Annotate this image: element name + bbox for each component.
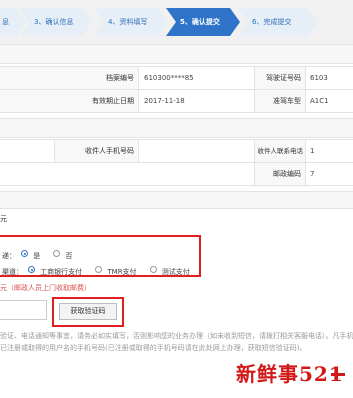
mail-no-radio[interactable]	[53, 250, 61, 257]
notice-line-2: 已注册或取得的用户名的手机号码(已注册或取得的手机号码请在此处网上办理，获取短信…	[0, 344, 307, 352]
postal-fee-note: 元（邮政人员上门收取邮费）	[0, 284, 91, 292]
step-5-confirm-submit: 5、确认提交	[166, 8, 240, 36]
vehicle-type-value: A1C1	[310, 97, 329, 105]
vehicle-type-label: 准驾车型	[255, 90, 305, 112]
archive-no-value: 610300****85	[144, 74, 194, 82]
payment-icbc-radio[interactable]	[28, 266, 36, 273]
watermark-text: 新鲜事521	[236, 362, 344, 386]
table-row: 邮政编码 7	[0, 163, 353, 186]
section-band-recipient	[0, 118, 353, 138]
payment-tmr-label: TMR支付	[107, 268, 137, 276]
step-3-confirm-info: 3、确认信息	[20, 8, 92, 36]
step-4-fill-data: 4、资料填写	[94, 8, 168, 36]
payment-test-label: 测试支付	[161, 268, 190, 276]
sms-code-input[interactable]	[0, 300, 47, 320]
watermark-dash	[331, 373, 345, 376]
archive-no-label: 档案编号	[0, 67, 138, 89]
notice-line-1: 验证、电话通知等事宜，请务必如实填写，否则影响您的业务办理（如未收到短信，请拨打…	[0, 332, 353, 340]
recipient-contact-phone-label: 收件人联系电话	[255, 140, 305, 162]
mail-yes-radio[interactable]	[21, 250, 29, 257]
recipient-table: 收件人手机号码 收件人联系电话 1 邮政编码 7	[0, 139, 353, 186]
valid-until-label: 有效期止日期	[0, 90, 138, 112]
postcode-label: 邮政编码	[255, 163, 305, 185]
step-2: 息	[0, 8, 26, 36]
payment-test-radio[interactable]	[149, 266, 157, 273]
table-row: 档案编号 610300****85 驾驶证号码 6103	[0, 67, 353, 90]
payment-method-label: 渠道：	[2, 268, 23, 276]
section-band-payment	[0, 191, 353, 209]
license-no-label: 驾驶证号码	[255, 67, 305, 89]
payment-options-box: 递： 是 否 渠道： 工商银行支付 TMR支付 测试支付	[0, 235, 201, 277]
verification-button-highlight: 获取验证码	[52, 297, 124, 327]
notice-text: 验证、电话通知等事宜，请务必如实填写，否则影响您的业务办理（如未收到短信，请拨打…	[0, 330, 353, 354]
section-band-top	[0, 44, 353, 64]
table-row: 收件人手机号码 收件人联系电话 1	[0, 140, 353, 163]
recipient-phone-value	[140, 140, 254, 162]
step-bar: 息 3、确认信息 4、资料填写 5、确认提交 6、完成提交	[0, 0, 353, 45]
recipient-contact-phone-value: 1	[310, 147, 315, 155]
postcode-value: 7	[310, 170, 315, 178]
driver-info-table: 档案编号 610300****85 驾驶证号码 6103 有效期止日期 2017…	[0, 66, 353, 113]
payment-icbc-label: 工商银行支付	[40, 268, 83, 276]
step-6-complete: 6、完成提交	[238, 8, 318, 36]
payment-tmr-radio[interactable]	[95, 266, 103, 273]
fee-text: 元	[0, 215, 7, 223]
table-row: 有效期止日期 2017-11-18 准驾车型 A1C1	[0, 90, 353, 113]
recipient-phone-label: 收件人手机号码	[55, 140, 138, 162]
get-verification-code-button[interactable]: 获取验证码	[59, 303, 117, 320]
valid-until-value: 2017-11-18	[144, 97, 185, 105]
license-no-value: 6103	[310, 74, 328, 82]
recipient-left-value	[0, 140, 54, 162]
